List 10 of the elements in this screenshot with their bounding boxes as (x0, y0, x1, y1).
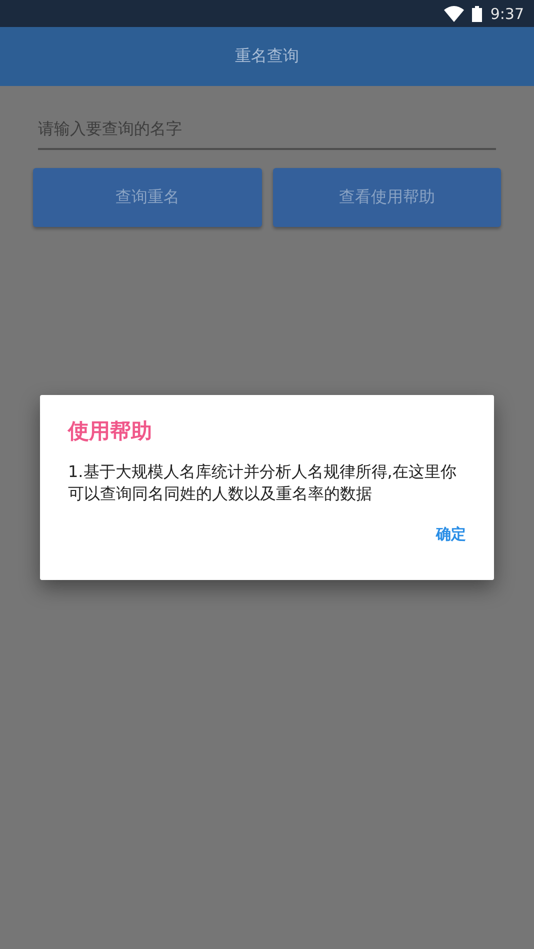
dialog-title: 使用帮助 (68, 418, 153, 445)
status-time: 9:37 (490, 4, 524, 22)
name-input-field[interactable]: 请输入要查询的名字 (38, 108, 496, 150)
wifi-icon (444, 6, 464, 22)
confirm-button[interactable]: 确定 (428, 521, 474, 548)
action-button[interactable]: 查看使用帮助 (272, 168, 501, 227)
action-button[interactable]: 查询重名 (33, 168, 262, 227)
dialog-message: 1.基于大规模人名库统计并分析人名规律所得,在这里你可以查询同名同姓的人数以及重名率的数据 (68, 461, 458, 505)
app-title: 重名查询 (235, 46, 299, 67)
battery-icon (472, 6, 482, 22)
